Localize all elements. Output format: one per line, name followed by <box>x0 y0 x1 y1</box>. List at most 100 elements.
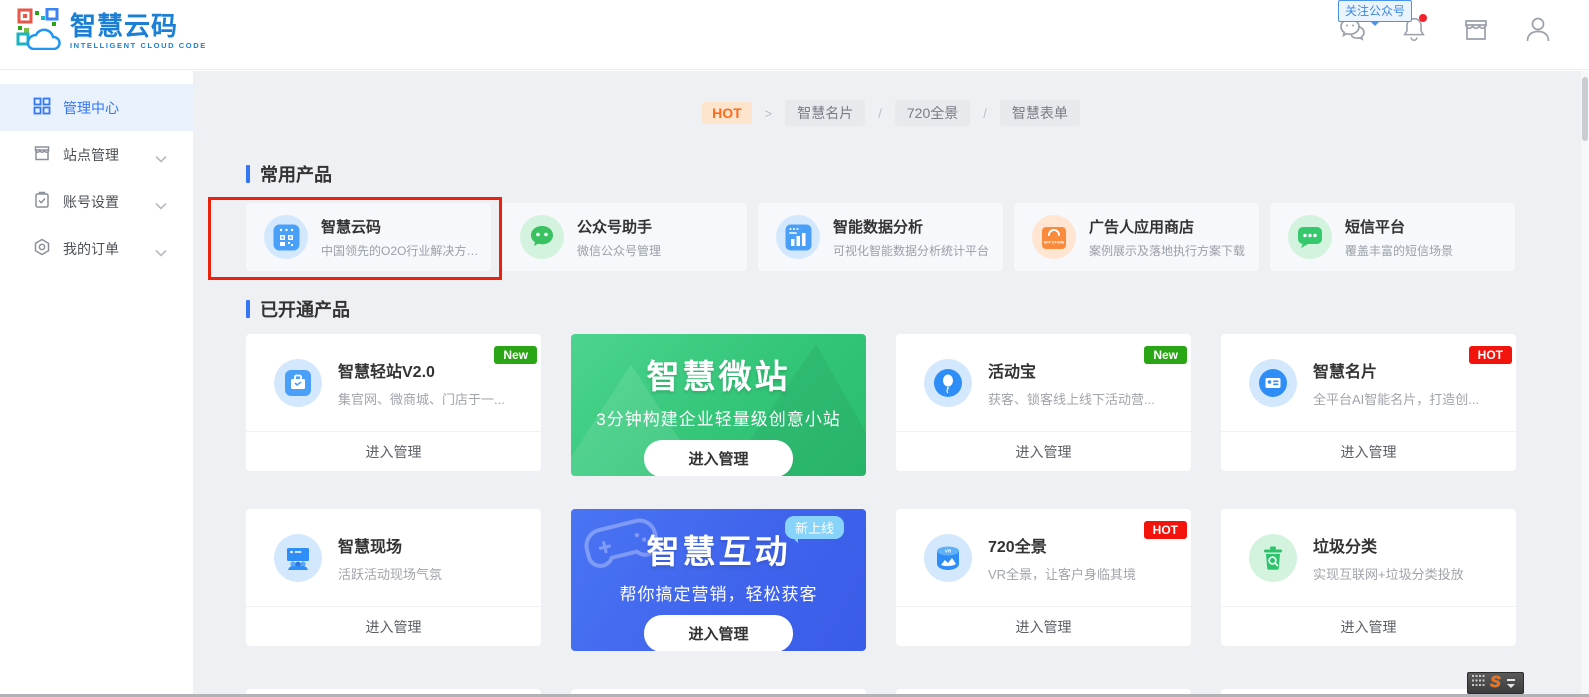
product-name: 智慧名片 <box>1313 358 1479 382</box>
product-name: 智能数据分析 <box>833 216 989 237</box>
dropdown-arrow-icon[interactable] <box>1507 684 1515 688</box>
sogou-input-toolbar[interactable]: S <box>1467 672 1524 694</box>
enter-management-button[interactable]: 进入管理 <box>1221 606 1516 646</box>
notification-dot <box>1419 14 1427 22</box>
storefront-icon <box>33 144 51 165</box>
sidebar-item-label: 站点管理 <box>63 145 119 165</box>
dashboard-grid-icon <box>33 97 51 118</box>
banner-subtitle: 帮你搞定营销，轻松获客 <box>571 580 866 605</box>
vr-panorama-icon: VR <box>924 534 972 582</box>
sidebar-item-my-orders[interactable]: 我的订单 <box>0 225 193 272</box>
product-name: 短信平台 <box>1345 216 1453 237</box>
clipboard-check-icon <box>33 191 51 212</box>
sidebar-item-label: 账号设置 <box>63 192 119 212</box>
product-desc: 集官网、微商城、门店于一... <box>338 389 505 408</box>
logo-qrcode-cloud-icon <box>16 8 62 55</box>
enter-management-button[interactable]: 进入管理 <box>644 440 792 476</box>
product-desc: 案例展示及落地执行方案下载 <box>1089 242 1245 259</box>
minimize-icon[interactable] <box>1507 679 1515 681</box>
new-badge: New <box>494 346 537 364</box>
breadcrumb-arrow: > <box>765 106 773 121</box>
banner-title: 智慧微站 <box>571 350 866 398</box>
product-desc: 微信公众号管理 <box>577 242 661 259</box>
chevron-down-icon <box>155 244 167 260</box>
hot-badge: HOT <box>1469 346 1512 364</box>
product-desc: 全平台AI智能名片，打造创... <box>1313 389 1479 408</box>
id-card-icon <box>1249 359 1297 407</box>
qrcode-icon <box>264 215 308 259</box>
sidebar-item-site-management[interactable]: 站点管理 <box>0 131 193 178</box>
scrollbar-thumb[interactable] <box>1582 77 1588 141</box>
sidebar-item-label: 我的订单 <box>63 239 119 259</box>
common-card-cloud-code[interactable]: 智慧云码 中国领先的O2O行业解决方案... <box>246 203 491 271</box>
balloon-icon <box>924 359 972 407</box>
sidebar-item-account-settings[interactable]: 账号设置 <box>0 178 193 225</box>
product-desc: 可视化智能数据分析统计平台 <box>833 242 989 259</box>
product-card-720-panorama[interactable]: HOT VR 720全景 VR全景，让客户身临其境 进入管理 <box>896 509 1191 646</box>
product-name: 广告人应用商店 <box>1089 216 1245 237</box>
main-content: HOT > 智慧名片 / 720全景 / 智慧表单 常用产品 智 <box>193 71 1589 697</box>
wechat-tooltip: 关注公众号 <box>1338 0 1412 22</box>
enter-management-button[interactable]: 进入管理 <box>246 431 541 471</box>
breadcrumb: HOT > 智慧名片 / 720全景 / 智慧表单 <box>193 100 1589 126</box>
common-card-data-analytics[interactable]: 智能数据分析 可视化智能数据分析统计平台 <box>758 203 1003 271</box>
common-card-adman-app-store[interactable]: APP STORE 广告人应用商店 案例展示及落地执行方案下载 <box>1014 203 1259 271</box>
sms-bubble-icon <box>1288 215 1332 259</box>
product-desc: 活跃活动现场气氛 <box>338 564 442 583</box>
product-card-garbage-sorting[interactable]: 垃圾分类 实现互联网+垃圾分类投放 进入管理 <box>1221 509 1516 646</box>
chevron-down-icon <box>155 150 167 166</box>
activated-products-row-1: New 智慧轻站V2.0 集官网、微商城、门店于一... 进入管理 <box>246 334 1516 476</box>
live-screen-icon <box>274 534 322 582</box>
breadcrumb-tag-720-panorama[interactable]: 720全景 <box>895 100 970 126</box>
appstore-bag-icon: APP STORE <box>1032 215 1076 259</box>
enter-management-button[interactable]: 进入管理 <box>1221 431 1516 471</box>
hot-tag[interactable]: HOT <box>702 102 752 124</box>
enter-management-button[interactable]: 进入管理 <box>896 606 1191 646</box>
common-card-sms-platform[interactable]: 短信平台 覆盖丰富的短信场景 <box>1270 203 1515 271</box>
product-card-smart-scene[interactable]: 智慧现场 活跃活动现场气氛 进入管理 <box>246 509 541 646</box>
sogou-logo: S <box>1490 675 1501 691</box>
user-profile-icon[interactable] <box>1521 12 1555 46</box>
enter-management-button[interactable]: 进入管理 <box>246 606 541 646</box>
order-nut-icon <box>33 238 51 259</box>
product-card-activity-treasure[interactable]: New 活动宝 获客、锁客线上线下活动营... 进入管理 <box>896 334 1191 471</box>
svg-text:APP STORE: APP STORE <box>1044 241 1065 245</box>
product-desc: 覆盖丰富的短信场景 <box>1345 242 1453 259</box>
hot-badge: HOT <box>1144 521 1187 539</box>
common-card-official-account-helper[interactable]: 公众号助手 微信公众号管理 <box>502 203 747 271</box>
app-logo[interactable]: 智慧云码 INTELLIGENT CLOUD CODE <box>16 8 207 55</box>
vertical-scrollbar[interactable] <box>1581 71 1589 697</box>
breadcrumb-tag-smart-form[interactable]: 智慧表单 <box>1000 100 1080 126</box>
analytics-chart-icon <box>776 215 820 259</box>
sidebar: 管理中心 站点管理 账号设置 <box>0 71 193 697</box>
banner-card-micro-site[interactable]: 智慧微站 3分钟构建企业轻量级创意小站 进入管理 <box>571 334 866 476</box>
product-desc: 获客、锁客线上线下活动营... <box>988 389 1155 408</box>
product-name: 智慧轻站V2.0 <box>338 358 505 382</box>
product-name: 智慧现场 <box>338 533 442 557</box>
trash-search-icon <box>1249 534 1297 582</box>
section-title-common-products: 常用产品 <box>246 161 332 187</box>
product-card-lite-site[interactable]: New 智慧轻站V2.0 集官网、微商城、门店于一... 进入管理 <box>246 334 541 471</box>
banner-card-smart-interaction[interactable]: 新上线 智慧互动 帮你搞定营销，轻松获客 进入管理 <box>571 509 866 651</box>
logo-subtitle: INTELLIGENT CLOUD CODE <box>70 42 207 50</box>
product-name: 720全景 <box>988 533 1136 557</box>
banner-subtitle: 3分钟构建企业轻量级创意小站 <box>571 405 866 430</box>
lite-site-icon <box>274 359 322 407</box>
title-accent-bar <box>246 165 250 183</box>
breadcrumb-slash: / <box>878 106 882 121</box>
enter-management-button[interactable]: 进入管理 <box>644 615 792 651</box>
store-icon[interactable] <box>1459 12 1493 46</box>
activated-products-row-2: 智慧现场 活跃活动现场气氛 进入管理 新上线 智慧互动 帮你搞定营销，轻松获客 … <box>246 509 1516 651</box>
title-accent-bar <box>246 300 250 318</box>
drag-grid-icon <box>1472 674 1485 693</box>
wechat-bubble-icon <box>520 215 564 259</box>
product-card-smart-business-card[interactable]: HOT 智慧名片 全平台AI智能名片，打造创... 进入管理 <box>1221 334 1516 471</box>
top-header: 智慧云码 INTELLIGENT CLOUD CODE 关注公众号 <box>0 0 1589 70</box>
sidebar-item-management-center[interactable]: 管理中心 <box>0 84 193 131</box>
new-badge: New <box>1144 346 1187 364</box>
breadcrumb-tag-smart-card[interactable]: 智慧名片 <box>785 100 865 126</box>
breadcrumb-slash: / <box>983 106 987 121</box>
enter-management-button[interactable]: 进入管理 <box>896 431 1191 471</box>
logo-title: 智慧云码 <box>70 13 207 39</box>
chevron-down-icon <box>155 197 167 213</box>
